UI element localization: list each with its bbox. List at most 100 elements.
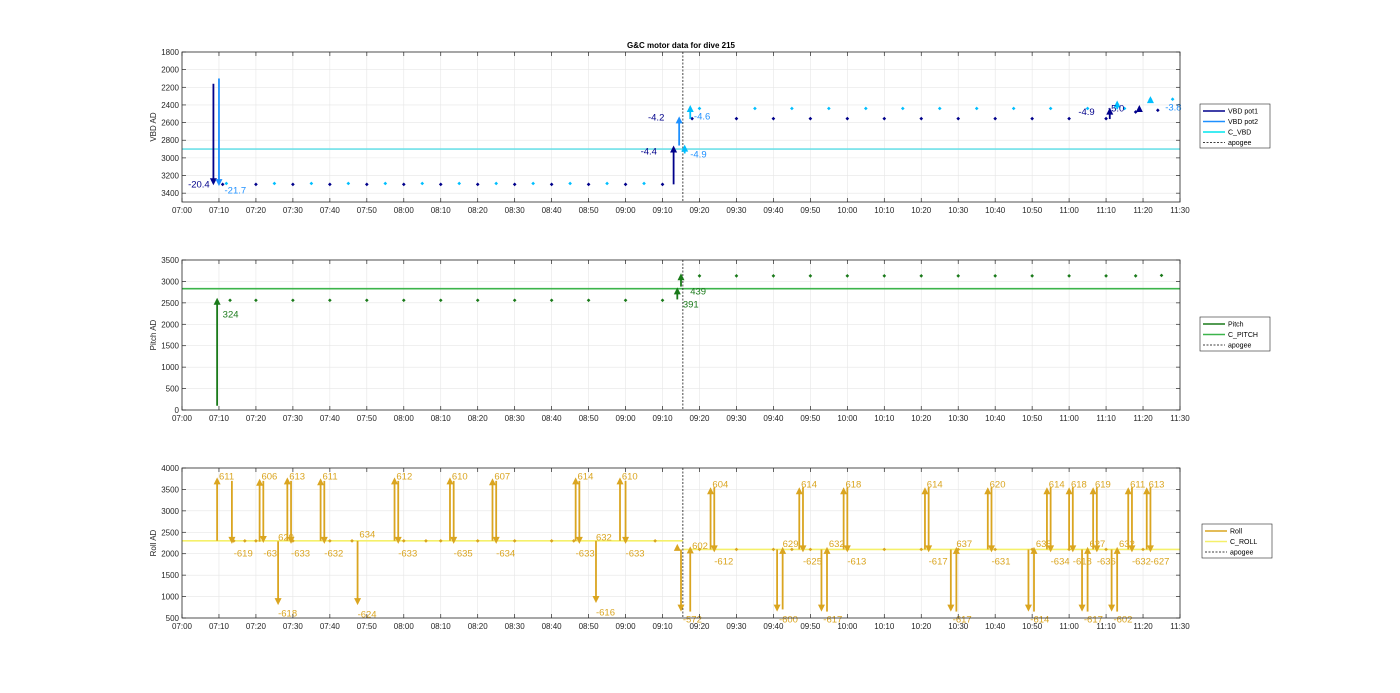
- x-tick-label: 10:00: [837, 622, 858, 631]
- x-tick-label: 09:00: [616, 622, 637, 631]
- x-tick-label: 09:40: [763, 414, 784, 423]
- annotation-label: -4.6: [694, 111, 710, 122]
- x-tick-label: 09:00: [616, 414, 637, 423]
- y-tick-label: 2800: [161, 136, 179, 145]
- annotation-label: -633: [626, 549, 645, 560]
- annotation-label: -619: [234, 549, 253, 560]
- x-tick-label: 11:00: [1059, 622, 1079, 631]
- panel-2: 324 391 439 07:00 07:10 07:20 07:30 07:40 07:50 0…: [149, 256, 1190, 423]
- y-tick-label: 2000: [161, 550, 179, 559]
- annotation-label: 632: [829, 539, 845, 550]
- annotation-label: 614: [927, 479, 943, 490]
- x-tick-label: 10:30: [948, 622, 969, 631]
- annotation-label: -4.2: [648, 112, 664, 123]
- x-tick-label: 11:30: [1170, 622, 1190, 631]
- annotation-label: -63: [263, 549, 277, 560]
- legend-label: VBD pot2: [1228, 119, 1258, 126]
- y-tick-label: 2400: [161, 101, 179, 110]
- y-tick-label: 3000: [161, 507, 179, 516]
- annotation-label: -4.4: [641, 147, 657, 158]
- x-tick-label: 09:50: [800, 206, 821, 215]
- x-tick-label: 09:50: [800, 622, 821, 631]
- x-tick-label: 07:10: [209, 206, 230, 215]
- y-tick-label: 0: [175, 406, 180, 415]
- x-tick-label: 10:50: [1022, 622, 1043, 631]
- x-tick-label: 09:30: [726, 622, 747, 631]
- x-tick-label: 07:10: [209, 414, 230, 423]
- annotation-label: -625: [803, 556, 822, 567]
- legend-label: C_PITCH: [1228, 332, 1258, 339]
- x-tick-label: 10:50: [1022, 206, 1043, 215]
- annotation-label: 614: [1049, 479, 1065, 490]
- legend-1: VBD pot1 VBD pot2 C_VBDapogee: [1199, 103, 1271, 149]
- x-tick-label: 07:30: [283, 206, 304, 215]
- x-tick-label: 07:20: [246, 414, 267, 423]
- annotation-label: 611: [1130, 479, 1145, 490]
- annotation-label: -21.7: [225, 186, 247, 197]
- x-tick-label: 11:10: [1096, 622, 1116, 631]
- x-tick-label: 07:00: [172, 622, 193, 631]
- x-tick-label: 09:10: [653, 414, 674, 423]
- annotation-label: 391: [683, 300, 699, 311]
- legend-label: C_ROLL: [1230, 539, 1257, 546]
- x-tick-label: 07:30: [283, 414, 304, 423]
- annotation-label: 611: [219, 472, 234, 483]
- annotation-label: -632: [324, 549, 343, 560]
- x-tick-label: 10:10: [874, 622, 895, 631]
- annotation-label: 632: [596, 532, 612, 543]
- annotation-label: -4.9: [690, 149, 706, 160]
- x-tick-label: 08:20: [468, 414, 489, 423]
- annotation-label: 439: [690, 287, 706, 298]
- annotation-label: -4.9: [1078, 107, 1094, 118]
- annotation-label: 613: [1149, 479, 1165, 490]
- legend-label: apogee: [1228, 343, 1251, 350]
- y-tick-label: 2000: [161, 320, 179, 329]
- x-tick-label: 09:30: [726, 414, 747, 423]
- x-tick-label: 08:20: [468, 206, 489, 215]
- annotation-label: 619: [1095, 479, 1111, 490]
- x-tick-label: 08:30: [505, 206, 526, 215]
- annotation-label: 627: [1089, 539, 1105, 550]
- x-tick-label: 08:40: [542, 622, 563, 631]
- y-tick-label: 1000: [161, 363, 179, 372]
- annotation-label: 611: [322, 472, 337, 483]
- x-tick-label: 07:50: [357, 622, 378, 631]
- legend-label: apogee: [1228, 140, 1251, 147]
- x-tick-label: 10:20: [911, 622, 932, 631]
- annotation-label: 637: [956, 539, 972, 550]
- x-tick-label: 10:40: [985, 414, 1006, 423]
- annotation-label: -633: [576, 549, 595, 560]
- annotation-label: -617: [929, 556, 948, 567]
- x-tick-label: 10:40: [985, 622, 1006, 631]
- y-tick-label: 3000: [161, 277, 179, 286]
- y-tick-label: 1800: [161, 48, 179, 57]
- annotation-label: -613: [847, 556, 866, 567]
- x-tick-label: 11:00: [1059, 206, 1079, 215]
- annotation-label: 606: [261, 472, 277, 483]
- annotation-label: -635: [454, 549, 473, 560]
- x-tick-label: 09:20: [689, 414, 710, 423]
- x-tick-label: 08:20: [468, 622, 489, 631]
- y-tick-label: 2500: [161, 528, 179, 537]
- annotation-label: -632: [1132, 556, 1151, 567]
- legend-label: Pitch: [1228, 322, 1244, 329]
- legend-label: C_VBD: [1228, 130, 1251, 137]
- x-tick-label: 10:10: [874, 206, 895, 215]
- x-tick-label: 10:20: [911, 414, 932, 423]
- annotation-label: -612: [714, 556, 733, 567]
- x-tick-label: 07:00: [172, 206, 193, 215]
- y-tick-label: 4000: [161, 464, 179, 473]
- legend-label: VBD pot1: [1228, 109, 1258, 116]
- x-tick-label: 10:00: [837, 206, 858, 215]
- annotation-label: 635: [1036, 539, 1052, 550]
- x-tick-label: 08:50: [579, 414, 600, 423]
- annotation-label: 610: [452, 472, 468, 483]
- annotation-label: -633: [291, 549, 310, 560]
- x-tick-label: 10:20: [911, 206, 932, 215]
- y-tick-label: 500: [166, 385, 180, 394]
- x-tick-label: 07:30: [283, 622, 304, 631]
- legend-label: Roll: [1230, 529, 1243, 536]
- annotation-label: -636: [1097, 556, 1116, 567]
- annotation-label: 614: [801, 479, 817, 490]
- x-tick-label: 08:40: [542, 206, 563, 215]
